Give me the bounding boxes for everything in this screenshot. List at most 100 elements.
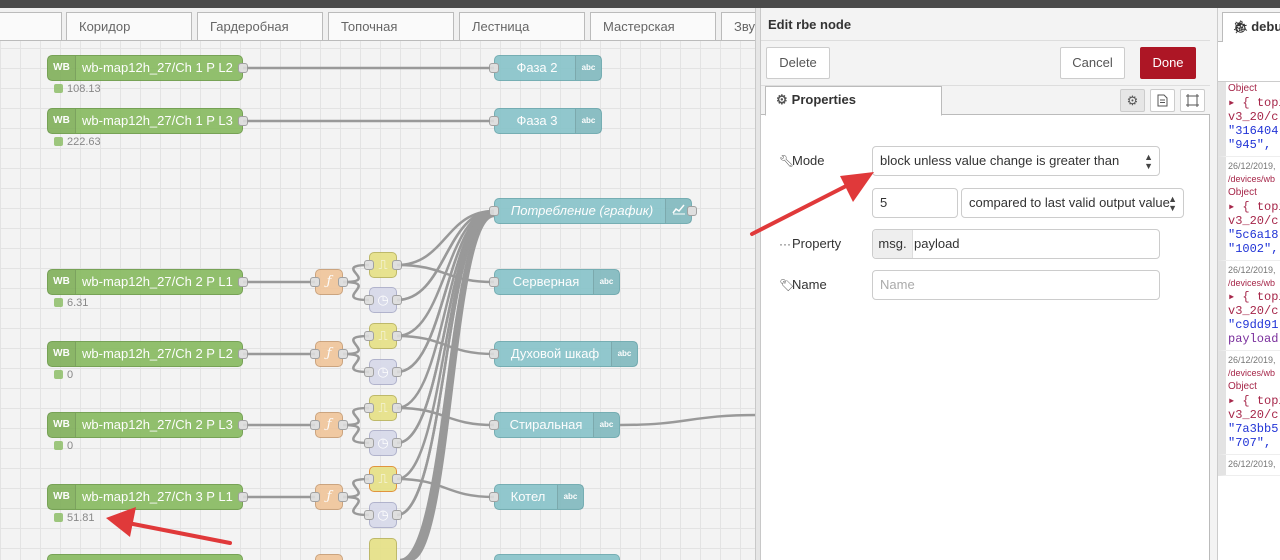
mode-select[interactable]: block unless value change is greater tha… — [872, 146, 1160, 176]
input-port[interactable] — [310, 492, 320, 502]
output-port[interactable] — [238, 277, 248, 287]
workspace-tab-koridor[interactable]: Коридор — [66, 12, 192, 40]
delay-node[interactable]: ◷ — [364, 430, 402, 456]
debug-message[interactable]: 26/12/2019, /devices/wb Object ▸ { topi v3_2… — [1218, 351, 1280, 455]
output-port[interactable] — [238, 420, 248, 430]
text-output-node-stiralnaya[interactable]: Стиральная abc — [489, 412, 620, 438]
text-output-node-faza2[interactable]: Фаза 2 abc — [489, 55, 602, 81]
workspace-tab-garderobnaya[interactable]: Гардеробная — [197, 12, 323, 40]
function-node[interactable]: ƒ — [310, 484, 348, 510]
mqtt-input-node-ch2-l2[interactable]: WB wb-map12h_27/Ch 2 P L2 — [47, 341, 248, 367]
function-node[interactable]: ƒ — [310, 341, 348, 367]
rbe-node-selected[interactable]: ⎍ — [364, 466, 402, 492]
input-port[interactable] — [364, 474, 374, 484]
cancel-button[interactable]: Cancel — [1060, 47, 1125, 79]
input-port[interactable] — [489, 206, 499, 216]
msg-type-prefix[interactable]: msg. — [873, 230, 913, 258]
mqtt-input-node-ch3-l1[interactable]: WB wb-map12h_27/Ch 3 P L1 — [47, 484, 248, 510]
output-port[interactable] — [238, 63, 248, 73]
workspace-tab-masterskaya[interactable]: Мастерская — [590, 12, 716, 40]
compare-mode-select[interactable]: compared to last valid output value ▲ ▼ — [961, 188, 1184, 218]
text-output-node-kotel[interactable]: Котел abc — [489, 484, 584, 510]
rbe-node[interactable]: ⎍ — [364, 252, 402, 278]
mqtt-input-node-ch2-l3[interactable]: WB wb-map12h_27/Ch 2 P L3 — [47, 412, 248, 438]
workspace-tab-topochnaya[interactable]: Топочная — [328, 12, 454, 40]
settings-gear-icon[interactable]: ⚙ — [1120, 89, 1145, 112]
output-port[interactable] — [238, 349, 248, 359]
chart-output-node-potreblenie[interactable]: Потребление (график) — [489, 198, 697, 224]
wire[interactable] — [396, 209, 495, 410]
input-port[interactable] — [489, 63, 499, 73]
mqtt-input-node-ch1-l3[interactable]: WB wb-map12h_27/Ch 1 P L3 — [47, 108, 248, 134]
output-port[interactable] — [338, 277, 348, 287]
output-port[interactable] — [392, 438, 402, 448]
input-port[interactable] — [364, 331, 374, 341]
name-input[interactable]: Name — [872, 270, 1160, 300]
function-node[interactable]: ƒ — [310, 269, 348, 295]
input-port[interactable] — [489, 116, 499, 126]
delay-node[interactable]: ◷ — [364, 502, 402, 528]
text-output-node-servernaya[interactable]: Серверная abc — [489, 269, 620, 295]
output-port[interactable] — [392, 510, 402, 520]
rbe-node[interactable]: ⎍ — [364, 323, 402, 349]
flow-workspace[interactable]: Коридор Гардеробная Топочная Лестница Ма… — [0, 8, 758, 560]
text-output-node-partial[interactable] — [494, 554, 620, 560]
delete-button[interactable]: Delete — [766, 47, 830, 79]
text-output-node-faza3[interactable]: Фаза 3 abc — [489, 108, 602, 134]
output-port[interactable] — [392, 260, 402, 270]
debug-message[interactable]: 26/12/2019, — [1218, 455, 1280, 476]
rbe-node[interactable] — [369, 538, 397, 560]
output-port[interactable] — [338, 349, 348, 359]
input-port[interactable] — [310, 420, 320, 430]
input-port[interactable] — [364, 438, 374, 448]
tab-debug[interactable]: 🐞︎debug — [1222, 12, 1280, 43]
description-doc-icon[interactable] — [1150, 89, 1175, 112]
mqtt-input-node-partial[interactable] — [47, 554, 243, 560]
delay-node[interactable]: ◷ — [364, 287, 402, 313]
function-node[interactable]: ƒ — [310, 412, 348, 438]
text-output-node-dukhovoy-shkaf[interactable]: Духовой шкаф abc — [489, 341, 638, 367]
output-port[interactable] — [338, 420, 348, 430]
input-port[interactable] — [364, 510, 374, 520]
input-port[interactable] — [364, 367, 374, 377]
input-port[interactable] — [310, 349, 320, 359]
output-port[interactable] — [392, 295, 402, 305]
debug-message[interactable]: Object ▸ { topi v3_20/c "316404 "945", — [1218, 82, 1280, 157]
node-status: 0 — [54, 440, 73, 452]
debug-message[interactable]: 26/12/2019, /devices/wb ▸ { topi v3_20/c "c9… — [1218, 261, 1280, 351]
wire[interactable] — [396, 263, 495, 284]
input-port[interactable] — [310, 277, 320, 287]
input-port[interactable] — [489, 420, 499, 430]
mqtt-input-node-ch1-l2[interactable]: WB wb-map12h_27/Ch 1 P L2 — [47, 55, 248, 81]
input-port[interactable] — [489, 492, 499, 502]
mqtt-input-node-ch2-l1[interactable]: WB wb-map12h_27/Ch 2 P L1 — [47, 269, 248, 295]
workspace-tab-zvuk[interactable]: Звук — [721, 12, 758, 40]
output-port[interactable] — [238, 492, 248, 502]
done-button[interactable]: Done — [1140, 47, 1196, 79]
workspace-tab[interactable] — [0, 12, 62, 40]
output-port[interactable] — [687, 206, 697, 216]
output-port[interactable] — [338, 492, 348, 502]
input-port[interactable] — [489, 349, 499, 359]
wire[interactable] — [619, 413, 758, 427]
output-port[interactable] — [392, 367, 402, 377]
property-typed-input[interactable]: msg. payload — [872, 229, 1160, 259]
rbe-node[interactable]: ⎍ — [364, 395, 402, 421]
function-node[interactable] — [315, 554, 343, 560]
output-port[interactable] — [392, 474, 402, 484]
output-port[interactable] — [392, 331, 402, 341]
input-port[interactable] — [364, 260, 374, 270]
tab-properties[interactable]: ⚙ Properties — [765, 86, 942, 116]
input-port[interactable] — [364, 295, 374, 305]
input-port[interactable] — [489, 277, 499, 287]
gap-value-input[interactable]: 5 — [872, 188, 958, 218]
wire[interactable] — [396, 477, 495, 499]
output-port[interactable] — [238, 116, 248, 126]
sidebar-separator[interactable] — [1210, 8, 1218, 560]
output-port[interactable] — [392, 403, 402, 413]
input-port[interactable] — [364, 403, 374, 413]
workspace-tab-lestnitsa[interactable]: Лестница — [459, 12, 585, 40]
debug-message[interactable]: 26/12/2019, /devices/wb Object ▸ { topi v3_2… — [1218, 157, 1280, 261]
appearance-frame-icon[interactable] — [1180, 89, 1205, 112]
delay-node[interactable]: ◷ — [364, 359, 402, 385]
